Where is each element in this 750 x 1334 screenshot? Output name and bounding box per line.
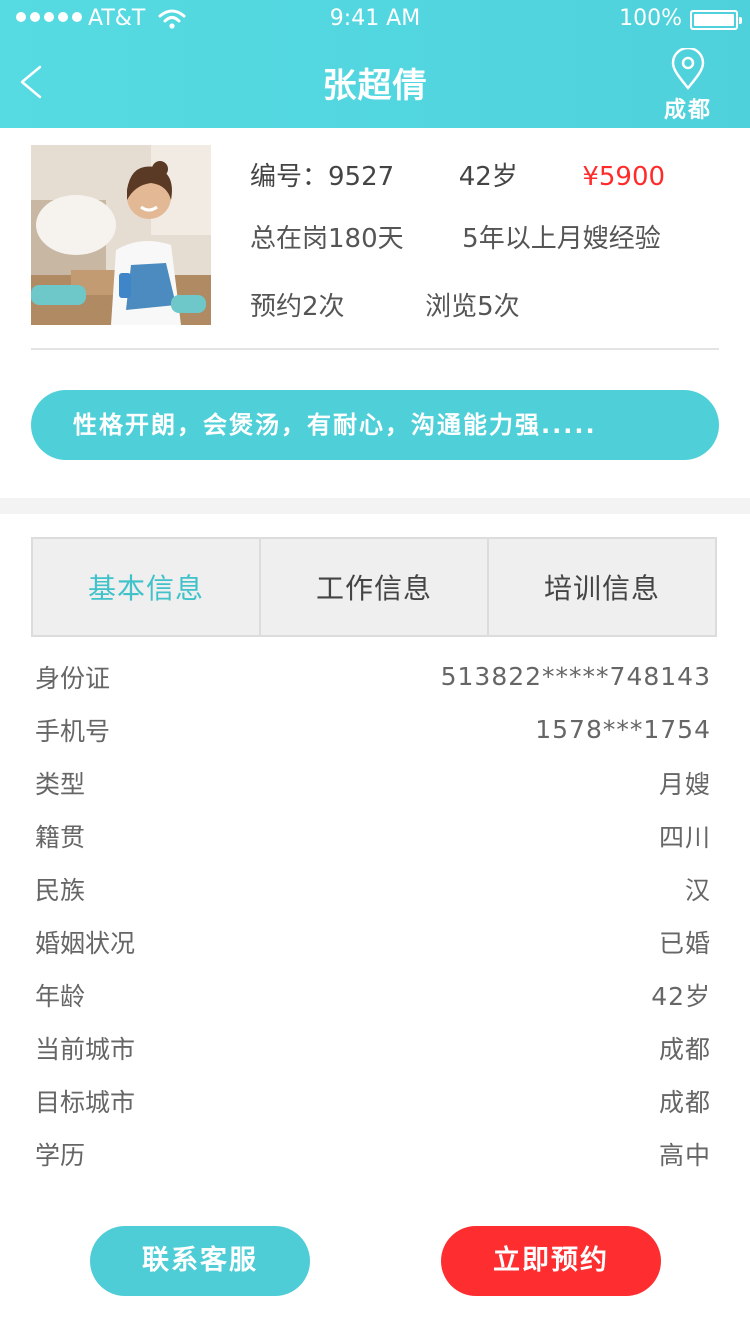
detail-value: 1578***1754	[535, 715, 711, 744]
profile-photo-illustration	[31, 145, 211, 325]
detail-label: 民族	[35, 875, 86, 905]
detail-row-marital-status: 婚姻状况 已婚	[35, 915, 711, 968]
status-bar: AT&T 9:41 AM 100%	[0, 0, 750, 40]
detail-label: 类型	[35, 769, 86, 799]
tab-work-info[interactable]: 工作信息	[259, 539, 487, 635]
detail-value: 513822*****748143	[440, 662, 711, 691]
section-separator	[0, 498, 750, 514]
detail-value: 月嫂	[658, 769, 711, 799]
city-label: 成都	[663, 98, 712, 123]
detail-value: 已婚	[658, 928, 711, 958]
profile-line-2: 总在岗180天 5年以上月嫂经验	[250, 218, 661, 255]
days-on-post: 总在岗180天	[250, 224, 404, 254]
nav-header: AT&T 9:41 AM 100% 张超倩 成都	[0, 0, 750, 128]
detail-row-phone: 手机号 1578***1754	[35, 703, 711, 756]
info-tabs: 基本信息 工作信息 培训信息	[31, 537, 717, 637]
detail-row-current-city: 当前城市 成都	[35, 1021, 711, 1074]
experience: 5年以上月嫂经验	[462, 224, 661, 254]
detail-value: 高中	[658, 1140, 711, 1170]
booking-count: 预约2次	[250, 292, 345, 322]
detail-value: 成都	[658, 1034, 711, 1064]
detail-label: 手机号	[35, 716, 111, 746]
battery-icon	[690, 10, 742, 30]
worker-price: ¥5900	[582, 162, 666, 192]
profile-photo	[31, 145, 211, 325]
view-count: 浏览5次	[425, 292, 520, 322]
detail-row-target-city: 目标城市 成都	[35, 1074, 711, 1127]
divider	[31, 348, 719, 350]
detail-value: 42岁	[651, 981, 711, 1011]
detail-list: 身份证 513822*****748143 手机号 1578***1754 类型…	[35, 650, 711, 1180]
worker-age: 42岁	[458, 162, 518, 192]
detail-label: 身份证	[35, 663, 111, 693]
detail-label: 目标城市	[35, 1087, 136, 1117]
detail-label: 学历	[35, 1140, 86, 1170]
profile-line-3: 预约2次 浏览5次	[250, 286, 520, 323]
detail-row-age: 年龄 42岁	[35, 968, 711, 1021]
book-now-button[interactable]: 立即预约	[441, 1226, 661, 1296]
detail-value: 四川	[658, 822, 711, 852]
detail-label: 婚姻状况	[35, 928, 136, 958]
city-selector[interactable]: 成都	[656, 48, 720, 124]
tab-basic-info[interactable]: 基本信息	[33, 539, 259, 635]
worker-number: 编号：9527	[250, 162, 395, 192]
contact-service-button[interactable]: 联系客服	[90, 1226, 310, 1296]
detail-row-id-card: 身份证 513822*****748143	[35, 650, 711, 703]
detail-label: 年龄	[35, 981, 86, 1011]
detail-row-education: 学历 高中	[35, 1127, 711, 1180]
location-pin-icon	[671, 48, 705, 90]
detail-row-ethnicity: 民族 汉	[35, 862, 711, 915]
detail-row-hometown: 籍贯 四川	[35, 809, 711, 862]
detail-value: 成都	[658, 1087, 711, 1117]
detail-label: 籍贯	[35, 822, 86, 852]
page-title: 张超倩	[322, 66, 428, 106]
profile-line-1: 编号：9527 42岁 ¥5900	[250, 156, 665, 193]
battery-percent: 100%	[619, 6, 682, 31]
personality-tagline: 性格开朗，会煲汤，有耐心，沟通能力强.....	[31, 390, 719, 460]
detail-row-type: 类型 月嫂	[35, 756, 711, 809]
tab-training-info[interactable]: 培训信息	[487, 539, 715, 635]
detail-value: 汉	[684, 875, 711, 905]
detail-label: 当前城市	[35, 1034, 136, 1064]
